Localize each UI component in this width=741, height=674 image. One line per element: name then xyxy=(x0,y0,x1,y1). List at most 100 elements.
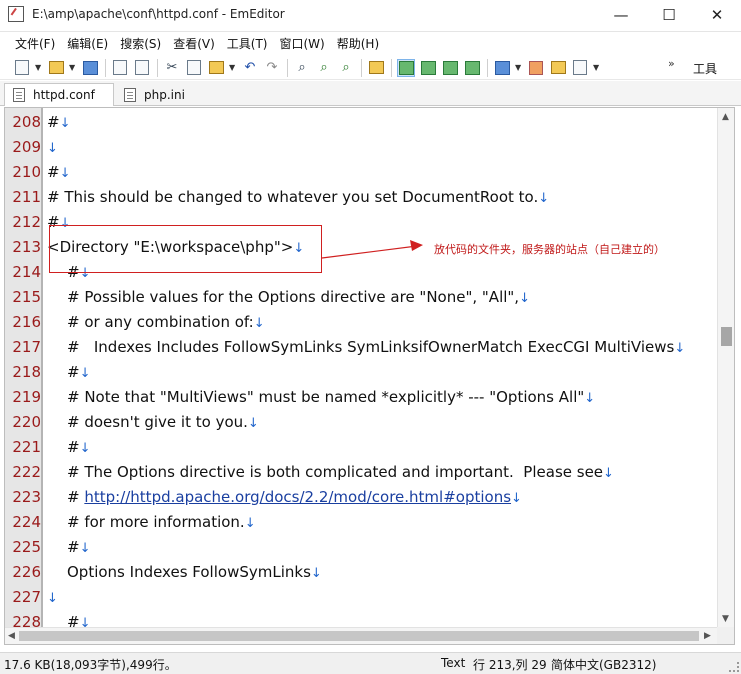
scroll-up-arrow-icon[interactable]: ▲ xyxy=(722,112,729,122)
maximize-button[interactable]: ☐ xyxy=(646,0,692,30)
undo-icon[interactable]: ↶ xyxy=(241,59,259,77)
find-in-files-icon[interactable] xyxy=(367,59,385,77)
vertical-scroll-thumb[interactable] xyxy=(721,327,732,346)
newline-marker-icon: ↓ xyxy=(79,541,91,556)
paste-icon[interactable] xyxy=(207,59,225,77)
status-encoding[interactable]: 简体中文(GB2312) xyxy=(551,656,656,673)
newline-marker-icon: ↓ xyxy=(674,341,686,356)
save-icon[interactable] xyxy=(81,59,99,77)
print-icon[interactable] xyxy=(111,59,129,77)
horizontal-scrollbar[interactable]: ◀ ▶ xyxy=(5,627,718,644)
find-icon[interactable]: ⌕ xyxy=(293,59,311,77)
editor-line: 224 # for more information.↓ xyxy=(5,510,715,535)
line-text[interactable]: # This should be changed to whatever you… xyxy=(47,185,549,211)
status-file-info: 17.6 KB(18,093字节),499行。 xyxy=(4,658,177,672)
editor-line: 218 #↓ xyxy=(5,360,715,385)
line-text[interactable]: #↓ xyxy=(47,160,70,186)
line-text[interactable]: #↓ xyxy=(67,435,90,461)
line-text[interactable]: # Indexes Includes FollowSymLinks SymLin… xyxy=(67,335,685,361)
tab-httpd-conf[interactable]: httpd.conf xyxy=(4,83,114,106)
editor-line: 220 # doesn't give it to you.↓ xyxy=(5,410,715,435)
menu-help[interactable]: 帮助(H) xyxy=(332,35,384,52)
line-number: 216 xyxy=(12,313,41,331)
line-text[interactable]: # doesn't give it to you.↓ xyxy=(67,410,259,436)
line-text[interactable]: ↓ xyxy=(47,585,58,611)
editor-line: 208 #↓ xyxy=(5,110,715,135)
line-number: 224 xyxy=(12,513,41,531)
annotation-highlight-box xyxy=(49,225,322,273)
menu-view[interactable]: 查看(V) xyxy=(168,35,220,52)
line-text[interactable]: #↓ xyxy=(67,535,90,561)
toolbar-overflow-icon[interactable]: » xyxy=(668,57,675,70)
scroll-down-arrow-icon[interactable]: ▼ xyxy=(722,614,729,624)
line-text[interactable]: #↓ xyxy=(47,110,70,136)
menu-edit[interactable]: 编辑(E) xyxy=(62,35,113,52)
open-dropdown-icon[interactable]: ▼ xyxy=(69,63,77,72)
line-text[interactable]: #↓ xyxy=(67,360,90,386)
scroll-right-arrow-icon[interactable]: ▶ xyxy=(704,631,711,641)
open-folder-icon[interactable] xyxy=(47,59,65,77)
new-file-icon[interactable] xyxy=(13,59,31,77)
horizontal-scroll-thumb[interactable] xyxy=(19,631,699,641)
editor-line: 216 # or any combination of:↓ xyxy=(5,310,715,335)
line-number: 227 xyxy=(12,588,41,606)
editor-line: 225 #↓ xyxy=(5,535,715,560)
line-text[interactable]: ↓ xyxy=(47,135,58,161)
editor-line: 226 Options Indexes FollowSymLinks↓ xyxy=(5,560,715,585)
line-number: 217 xyxy=(12,338,41,356)
status-cursor-position[interactable]: 行 213,列 29 xyxy=(473,656,547,673)
status-mode[interactable]: Text xyxy=(441,656,465,670)
line-text[interactable]: Options Indexes FollowSymLinks↓ xyxy=(67,560,322,586)
line-content: # xyxy=(67,438,80,456)
emeditor-app-icon[interactable] xyxy=(8,6,24,22)
find-next-icon[interactable]: ⌕ xyxy=(315,59,333,77)
scroll-left-arrow-icon[interactable]: ◀ xyxy=(8,631,15,641)
checklist-icon[interactable] xyxy=(571,59,589,77)
line-content: # xyxy=(67,488,85,506)
close-button[interactable]: ✕ xyxy=(694,0,740,30)
line-text[interactable]: # or any combination of:↓ xyxy=(67,310,265,336)
print-preview-icon[interactable] xyxy=(133,59,151,77)
configuration-dropdown-icon[interactable]: ▼ xyxy=(515,63,523,72)
line-content: # Possible values for the Options direct… xyxy=(67,288,520,306)
vertical-scrollbar[interactable]: ▲ ▼ xyxy=(717,108,734,629)
replace-icon[interactable]: ⌕ xyxy=(337,59,355,77)
line-number: 211 xyxy=(12,188,41,206)
line-number: 221 xyxy=(12,438,41,456)
wrap-page-icon[interactable] xyxy=(441,59,459,77)
line-text[interactable]: # Note that "MultiViews" must be named *… xyxy=(67,385,595,411)
cut-icon[interactable]: ✂ xyxy=(163,59,181,77)
hyperlink[interactable]: http://httpd.apache.org/docs/2.2/mod/cor… xyxy=(84,488,511,506)
resize-grip[interactable] xyxy=(729,662,739,672)
newline-marker-icon: ↓ xyxy=(47,141,58,156)
customize-icon[interactable] xyxy=(527,59,545,77)
line-text[interactable]: # for more information.↓ xyxy=(67,510,256,536)
tools-toolbar-label[interactable]: 工具 xyxy=(693,60,717,77)
text-editor[interactable]: 208 #↓ 209 ↓ 210 #↓ 211 # This should be change… xyxy=(4,107,735,645)
wrap-window-icon[interactable] xyxy=(419,59,437,77)
word-wrap-icon[interactable] xyxy=(397,58,415,77)
line-content: # or any combination of: xyxy=(67,313,254,331)
line-text[interactable]: # http://httpd.apache.org/docs/2.2/mod/c… xyxy=(67,485,522,511)
toolbar-separator xyxy=(105,58,106,77)
properties-icon[interactable] xyxy=(549,59,567,77)
window-title: E:\amp\apache\conf\httpd.conf - EmEditor xyxy=(32,7,285,21)
new-file-dropdown-icon[interactable]: ▼ xyxy=(35,63,43,72)
redo-icon[interactable]: ↷ xyxy=(263,59,281,77)
line-content: # doesn't give it to you. xyxy=(67,413,248,431)
paste-dropdown-icon[interactable]: ▼ xyxy=(229,63,237,72)
checklist-dropdown-icon[interactable]: ▼ xyxy=(593,63,601,72)
configuration-icon[interactable] xyxy=(493,59,511,77)
line-text[interactable]: # Possible values for the Options direct… xyxy=(67,285,530,311)
tab-php-ini[interactable]: php.ini xyxy=(116,83,208,106)
menu-tools[interactable]: 工具(T) xyxy=(222,35,273,52)
menu-file[interactable]: 文件(F) xyxy=(10,35,60,52)
no-wrap-icon[interactable] xyxy=(463,59,481,77)
minimize-button[interactable]: — xyxy=(598,0,644,30)
line-text[interactable]: # The Options directive is both complica… xyxy=(67,460,614,486)
copy-icon[interactable] xyxy=(185,59,203,77)
editor-line: 210 #↓ xyxy=(5,160,715,185)
line-number: 219 xyxy=(12,388,41,406)
menu-search[interactable]: 搜索(S) xyxy=(115,35,166,52)
menu-window[interactable]: 窗口(W) xyxy=(275,35,330,52)
